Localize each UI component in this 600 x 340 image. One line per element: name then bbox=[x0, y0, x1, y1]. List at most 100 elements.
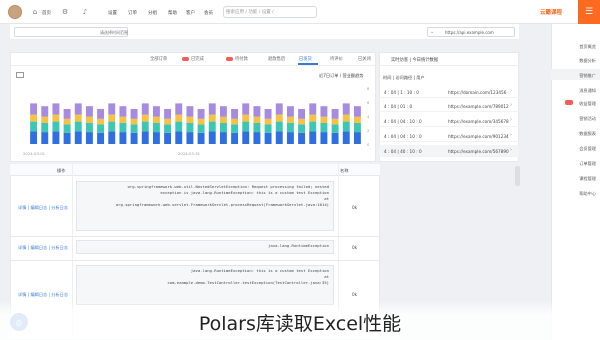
bar-segment[interactable] bbox=[331, 124, 339, 133]
row-actions[interactable]: 详情 | 编辑日志 | 分析日志 bbox=[18, 205, 68, 211]
bar-segment[interactable] bbox=[286, 123, 294, 133]
chevron-right-icon[interactable]: › bbox=[510, 88, 512, 94]
bar-segment[interactable] bbox=[309, 103, 317, 115]
bar-segment[interactable] bbox=[52, 131, 60, 144]
bar-segment[interactable] bbox=[97, 132, 105, 144]
row-actions[interactable]: 详情 | 编辑日志 | 分析日志 bbox=[18, 292, 68, 298]
tab-item[interactable]: 待付款 bbox=[235, 56, 248, 62]
bar-segment[interactable] bbox=[264, 109, 272, 119]
bar-segment[interactable] bbox=[85, 123, 93, 133]
bar-segment[interactable] bbox=[186, 116, 194, 123]
app-logo[interactable]: ☰ bbox=[578, 0, 600, 24]
bar-segment[interactable] bbox=[85, 132, 93, 144]
bar-segment[interactable] bbox=[231, 118, 239, 125]
tab-item-active[interactable]: 已发货 bbox=[299, 56, 312, 62]
sidebar-item[interactable]: 会员管理 bbox=[556, 146, 596, 152]
bar-segment[interactable] bbox=[175, 103, 183, 115]
bar-segment[interactable] bbox=[175, 114, 183, 122]
bar-segment[interactable] bbox=[30, 103, 38, 115]
bar-segment[interactable] bbox=[108, 103, 116, 115]
bar-segment[interactable] bbox=[298, 118, 306, 125]
bar-segment[interactable] bbox=[108, 131, 116, 144]
sidebar-item[interactable]: 数据报表 bbox=[556, 131, 596, 137]
bar-segment[interactable] bbox=[320, 132, 328, 144]
bar-segment[interactable] bbox=[320, 106, 328, 117]
bar-segment[interactable] bbox=[286, 132, 294, 144]
nav-item[interactable]: 首页 bbox=[42, 10, 51, 16]
bar-segment[interactable] bbox=[197, 124, 205, 133]
tab-item[interactable]: 已完成 bbox=[191, 56, 204, 62]
log-code-block[interactable]: java.lang.RuntimeException bbox=[76, 240, 334, 254]
row-actions[interactable]: 详情 | 编辑日志 | 分析日志 bbox=[18, 245, 68, 251]
bar-segment[interactable] bbox=[152, 116, 160, 123]
nav-item[interactable]: 帮助 bbox=[168, 10, 177, 16]
tab-item[interactable]: 待评价 bbox=[330, 56, 343, 62]
scrollbar[interactable] bbox=[515, 166, 520, 186]
gear-icon[interactable]: ⚙ bbox=[60, 8, 70, 17]
sidebar-item[interactable]: 订单管理 bbox=[556, 161, 596, 167]
bar-segment[interactable] bbox=[63, 124, 71, 133]
bar-segment[interactable] bbox=[242, 114, 250, 122]
bar-segment[interactable] bbox=[253, 106, 261, 117]
bar-segment[interactable] bbox=[119, 116, 127, 123]
bar-segment[interactable] bbox=[164, 109, 172, 119]
bar-segment[interactable] bbox=[264, 132, 272, 144]
bar-segment[interactable] bbox=[242, 103, 250, 115]
avatar[interactable] bbox=[8, 5, 22, 19]
sidebar-item[interactable]: 数据分析 bbox=[556, 58, 596, 64]
bar-segment[interactable] bbox=[275, 103, 283, 115]
bar-segment[interactable] bbox=[298, 132, 306, 144]
bar-segment[interactable] bbox=[108, 121, 116, 132]
bar-segment[interactable] bbox=[275, 121, 283, 132]
bar-segment[interactable] bbox=[208, 131, 216, 144]
bar-segment[interactable] bbox=[253, 132, 261, 144]
bar-segment[interactable] bbox=[41, 116, 49, 123]
sidebar-item[interactable]: 收益管理 bbox=[556, 101, 596, 107]
bar-segment[interactable] bbox=[197, 118, 205, 125]
bar-segment[interactable] bbox=[309, 114, 317, 122]
bar-segment[interactable] bbox=[253, 123, 261, 133]
bar-segment[interactable] bbox=[242, 131, 250, 144]
bar-segment[interactable] bbox=[353, 123, 361, 133]
nav-item[interactable]: 订单 bbox=[128, 10, 137, 16]
sidebar-item[interactable]: 课程管理 bbox=[556, 176, 596, 182]
tab-item[interactable]: 已关闭 bbox=[358, 56, 371, 62]
bar-segment[interactable] bbox=[219, 116, 227, 123]
bar-segment[interactable] bbox=[41, 132, 49, 144]
log-code-block[interactable]: org.springframework.web.util.NestedServl… bbox=[76, 181, 334, 231]
bar-segment[interactable] bbox=[219, 132, 227, 144]
sidebar-item[interactable]: 消息通知 bbox=[556, 88, 596, 94]
bar-segment[interactable] bbox=[197, 109, 205, 119]
bar-segment[interactable] bbox=[342, 131, 350, 144]
bar-segment[interactable] bbox=[164, 118, 172, 125]
tab-item[interactable]: 全部订单 bbox=[150, 56, 167, 62]
bar-segment[interactable] bbox=[219, 106, 227, 117]
nav-item[interactable]: 会员 bbox=[204, 10, 213, 16]
home-icon[interactable]: ⌂ bbox=[30, 8, 40, 17]
bell-icon[interactable]: ♪ bbox=[80, 8, 90, 17]
bar-segment[interactable] bbox=[353, 106, 361, 117]
bar-segment[interactable] bbox=[197, 132, 205, 144]
bar-segment[interactable] bbox=[30, 131, 38, 144]
bar-segment[interactable] bbox=[141, 103, 149, 115]
nav-item[interactable]: 分组 bbox=[148, 10, 157, 16]
bar-segment[interactable] bbox=[119, 132, 127, 144]
bar-segment[interactable] bbox=[353, 132, 361, 144]
bar-segment[interactable] bbox=[130, 109, 138, 119]
bar-segment[interactable] bbox=[63, 118, 71, 125]
bar-segment[interactable] bbox=[186, 123, 194, 133]
bar-segment[interactable] bbox=[152, 106, 160, 117]
bar-segment[interactable] bbox=[309, 131, 317, 144]
bar-segment[interactable] bbox=[298, 124, 306, 133]
bar-segment[interactable] bbox=[208, 114, 216, 122]
chevron-right-icon[interactable]: › bbox=[510, 132, 512, 138]
bar-segment[interactable] bbox=[108, 114, 116, 122]
bar-segment[interactable] bbox=[298, 109, 306, 119]
bar-segment[interactable] bbox=[175, 131, 183, 144]
bar-segment[interactable] bbox=[342, 103, 350, 115]
tab-item[interactable]: 退款售后 bbox=[268, 56, 285, 62]
sidebar-item[interactable]: 首页概览 bbox=[556, 44, 596, 50]
bar-segment[interactable] bbox=[342, 114, 350, 122]
bar-segment[interactable] bbox=[231, 109, 239, 119]
bar-segment[interactable] bbox=[63, 109, 71, 119]
